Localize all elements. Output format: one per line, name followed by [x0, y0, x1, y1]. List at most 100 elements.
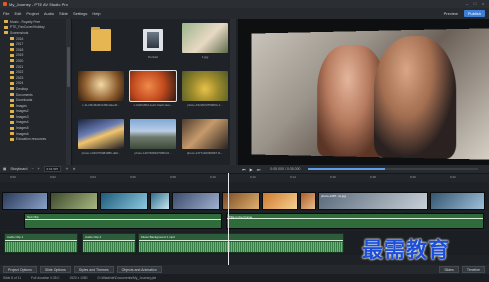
photo-thumbnail[interactable]: photo-1420379084986-da9... — [76, 117, 126, 159]
ruler-tick-label: 0:02 — [50, 175, 56, 179]
storyboard-button[interactable]: Storyboard — [10, 167, 27, 171]
minimize-icon[interactable]: – — [464, 1, 470, 6]
folder-icon — [10, 120, 14, 124]
publish-button[interactable]: Publish — [463, 10, 485, 17]
seek-bar[interactable] — [308, 168, 478, 170]
video-clip[interactable] — [2, 192, 48, 210]
text-clip[interactable]: Title in the Frame — [226, 213, 484, 229]
folder-icon — [10, 87, 14, 91]
text-clip[interactable]: Text Clip — [24, 213, 222, 229]
ruler-tick-label: 0:18 — [370, 175, 376, 179]
file-browser: Portrait 1.jpg c-1L2f4c9fa8f-0d6b4dee4f.… — [74, 19, 236, 165]
ruler-tick-label: 0:10 — [210, 175, 216, 179]
folder-tree-label: Documents — [16, 92, 33, 97]
video-clip[interactable] — [100, 192, 148, 210]
folder-tree: Music - Royalty Free PTE_FanCover/Holiday… — [0, 19, 72, 165]
file-browser-scrollbar[interactable] — [230, 19, 236, 165]
ruler-tick-label: 0:06 — [130, 175, 136, 179]
video-clip[interactable]: photo-1487...fe.jpg — [318, 192, 428, 210]
styles-themes-button[interactable]: Styles and Themes — [73, 266, 114, 273]
menu-bar: File Edit Project Audio Slide Settings H… — [0, 8, 489, 19]
duration-field[interactable]: 0:01.507 — [43, 166, 62, 172]
folder-tree-item[interactable]: Education resources — [0, 136, 71, 142]
photo-thumbnail[interactable]: photo-1477146060897-f1... — [180, 117, 230, 159]
bottom-toolbar: Project Options Slide Options Styles and… — [0, 265, 489, 274]
folder-icon — [10, 53, 14, 57]
menu-project[interactable]: Project — [26, 11, 38, 16]
playback-controls: ⏮ ▶ ⏭ 0:05.000 / 0:35.000 — [238, 165, 489, 173]
menu-edit[interactable]: Edit — [14, 11, 21, 16]
audio-clip[interactable]: Audio Clip 2 — [82, 233, 136, 253]
menu-audio[interactable]: Audio — [44, 11, 54, 16]
menu-slide[interactable]: Slide — [59, 11, 68, 16]
photo-thumbnail[interactable]: 1.jpg — [180, 21, 230, 63]
file-caption: c-1L2f4c9fa8f-0d6b4dee4f... — [82, 103, 120, 107]
video-clip[interactable] — [50, 192, 98, 210]
folder-icon — [10, 115, 14, 119]
folder-thumbnail[interactable] — [76, 21, 126, 63]
menu-file[interactable]: File — [3, 11, 9, 16]
menu-help[interactable]: Help — [92, 11, 100, 16]
zoom-in-icon[interactable]: + — [37, 167, 39, 171]
tree-scrollbar[interactable] — [66, 19, 71, 165]
folder-icon — [10, 104, 14, 108]
audio-clip[interactable]: Music Background 1.mp3 — [138, 233, 344, 253]
forward-icon[interactable]: ⏭ — [257, 167, 261, 172]
photo-thumbnail[interactable]: c-1L2f4c9fa8f-0d6b4dee4f... — [76, 69, 126, 111]
timeline-view-button[interactable]: Timeline — [461, 266, 485, 273]
slide-options-button[interactable]: Slide Options — [39, 266, 71, 273]
folder-icon — [10, 65, 14, 69]
maximize-icon[interactable]: □ — [472, 1, 478, 6]
folder-tree-label: 2021 — [16, 64, 24, 69]
grid-icon[interactable]: ▦ — [3, 167, 6, 171]
ruler-tick-label: 0:08 — [170, 175, 176, 179]
status-bar: Slide 8 of 11 Full duration 0:35.0 1920 … — [0, 274, 489, 282]
watermark-text: 最需教育 — [362, 237, 450, 262]
zoom-out-icon[interactable]: − — [31, 167, 33, 171]
folder-tree-label: Screenshots — [10, 30, 29, 35]
status-resolution: 1920 x 1080 — [69, 276, 88, 280]
video-clip[interactable] — [300, 192, 316, 210]
play-icon[interactable]: ▶ — [250, 167, 253, 172]
folder-tree-label: Images2 — [16, 109, 29, 114]
ruler-tick-label: 0:14 — [290, 175, 296, 179]
video-clip-label: photo-1487...fe.jpg — [321, 194, 347, 198]
folder-thumbnail[interactable]: Portrait — [128, 21, 178, 63]
file-caption: Portrait — [148, 55, 158, 59]
folder-tree-label: Images4 — [16, 120, 29, 125]
timeline-playhead[interactable] — [228, 173, 229, 265]
video-clip[interactable] — [430, 192, 485, 210]
folder-tree-label: Desktop — [16, 86, 29, 91]
ruler-tick-label: 0:16 — [330, 175, 336, 179]
video-clip[interactable] — [262, 192, 298, 210]
timeline-ruler[interactable]: 0:00 0:02 0:04 0:06 0:08 0:10 0:12 0:14 0:16 0:18… — [0, 173, 489, 182]
objects-animation-button[interactable]: Objects and Animation — [116, 266, 162, 273]
close-icon[interactable]: × — [480, 1, 486, 6]
video-track: photo-1487...fe.jpg — [0, 191, 489, 211]
slide-preview[interactable] — [238, 19, 489, 165]
audio-clip[interactable]: Audio Clip 1 — [4, 233, 78, 253]
file-caption: photo-1477146060897-f1... — [186, 151, 224, 155]
folder-icon — [10, 81, 14, 85]
project-options-button[interactable]: Project Options — [3, 266, 37, 273]
video-clip[interactable] — [172, 192, 220, 210]
ruler-tick-label: 0:04 — [90, 175, 96, 179]
add-icon[interactable]: ＋ — [65, 167, 69, 172]
file-caption: photo-1420379084986-da9... — [81, 151, 121, 155]
menu-settings[interactable]: Settings — [73, 11, 87, 16]
rewind-icon[interactable]: ⏮ — [242, 167, 246, 172]
folder-icon — [4, 31, 8, 35]
photo-thumbnail[interactable]: photo-1467908497088-b6... — [128, 117, 178, 159]
folder-tree-label: Images5 — [16, 126, 29, 131]
video-clip[interactable] — [150, 192, 170, 210]
file-caption: photo-1522020750094-1... — [187, 103, 223, 107]
photo-subject-man — [373, 35, 457, 159]
photo-thumbnail[interactable]: c-0d20d3fd-1e2c-0ae6-4ea... — [128, 69, 178, 111]
audio-clip-label: Audio Clip 2 — [85, 235, 102, 239]
preview-button[interactable]: Preview — [444, 11, 458, 16]
delete-icon[interactable]: ✕ — [73, 167, 76, 171]
photo-thumbnail[interactable]: photo-1522020750094-1... — [180, 69, 230, 111]
folder-tree-label: Images3 — [16, 114, 29, 119]
slides-view-button[interactable]: Slides — [439, 266, 459, 273]
audio-clip-label: Audio Clip 1 — [7, 235, 24, 239]
